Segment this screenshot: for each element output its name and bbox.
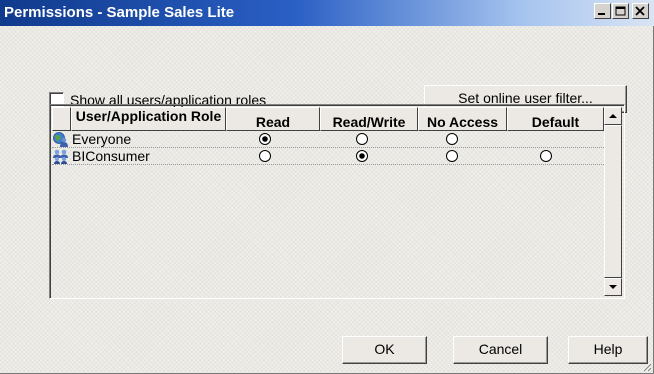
resize-grip-icon[interactable] bbox=[640, 360, 652, 372]
permissions-dialog: Permissions - Sample Sales Lite Show all… bbox=[0, 0, 654, 374]
header-corner bbox=[52, 107, 71, 131]
radio-default[interactable] bbox=[540, 150, 552, 162]
radio-no-access[interactable] bbox=[446, 150, 458, 162]
scroll-down-button[interactable] bbox=[604, 278, 622, 296]
scroll-thumb[interactable] bbox=[604, 125, 622, 278]
permissions-grid: User/Application Role Read Read/Write No… bbox=[49, 104, 625, 299]
radio-read[interactable] bbox=[259, 150, 271, 162]
group-users-icon bbox=[53, 149, 68, 164]
scroll-up-button[interactable] bbox=[604, 107, 622, 125]
column-header-no-access[interactable]: No Access bbox=[418, 107, 507, 131]
window-title: Permissions - Sample Sales Lite bbox=[4, 4, 235, 21]
column-header-default-label: Default bbox=[531, 114, 580, 130]
radio-no-access[interactable] bbox=[446, 133, 458, 145]
group-globe-icon bbox=[53, 132, 68, 147]
row-name: Everyone bbox=[72, 131, 132, 147]
table-row[interactable]: BIConsumer bbox=[52, 148, 604, 165]
column-header-no-access-label: No Access bbox=[426, 114, 499, 130]
arrow-up-icon bbox=[609, 114, 617, 118]
column-header-read-label: Read bbox=[255, 114, 291, 130]
close-icon bbox=[635, 6, 645, 16]
title-bar[interactable]: Permissions - Sample Sales Lite bbox=[0, 0, 654, 26]
ok-button[interactable]: OK bbox=[342, 336, 427, 364]
column-header-read-write-label: Read/Write bbox=[332, 114, 406, 130]
column-header-read[interactable]: Read bbox=[226, 107, 320, 131]
maximize-button[interactable] bbox=[612, 3, 629, 19]
column-header-user[interactable]: User/Application Role bbox=[71, 107, 226, 131]
radio-read[interactable] bbox=[259, 133, 271, 145]
minimize-icon bbox=[598, 13, 605, 15]
column-header-read-write[interactable]: Read/Write bbox=[320, 107, 418, 131]
column-header-user-label: User/Application Role bbox=[75, 108, 222, 124]
close-button[interactable] bbox=[632, 3, 649, 19]
radio-read-write[interactable] bbox=[356, 150, 368, 162]
minimize-button[interactable] bbox=[594, 3, 611, 19]
row-name: BIConsumer bbox=[72, 148, 150, 164]
vertical-scrollbar[interactable] bbox=[604, 107, 622, 296]
help-button[interactable]: Help bbox=[568, 336, 648, 364]
maximize-icon bbox=[615, 6, 626, 16]
table-row[interactable]: Everyone bbox=[52, 131, 604, 148]
column-header-default[interactable]: Default bbox=[507, 107, 604, 131]
radio-read-write[interactable] bbox=[356, 133, 368, 145]
arrow-down-icon bbox=[609, 285, 617, 289]
cancel-button[interactable]: Cancel bbox=[453, 336, 548, 364]
